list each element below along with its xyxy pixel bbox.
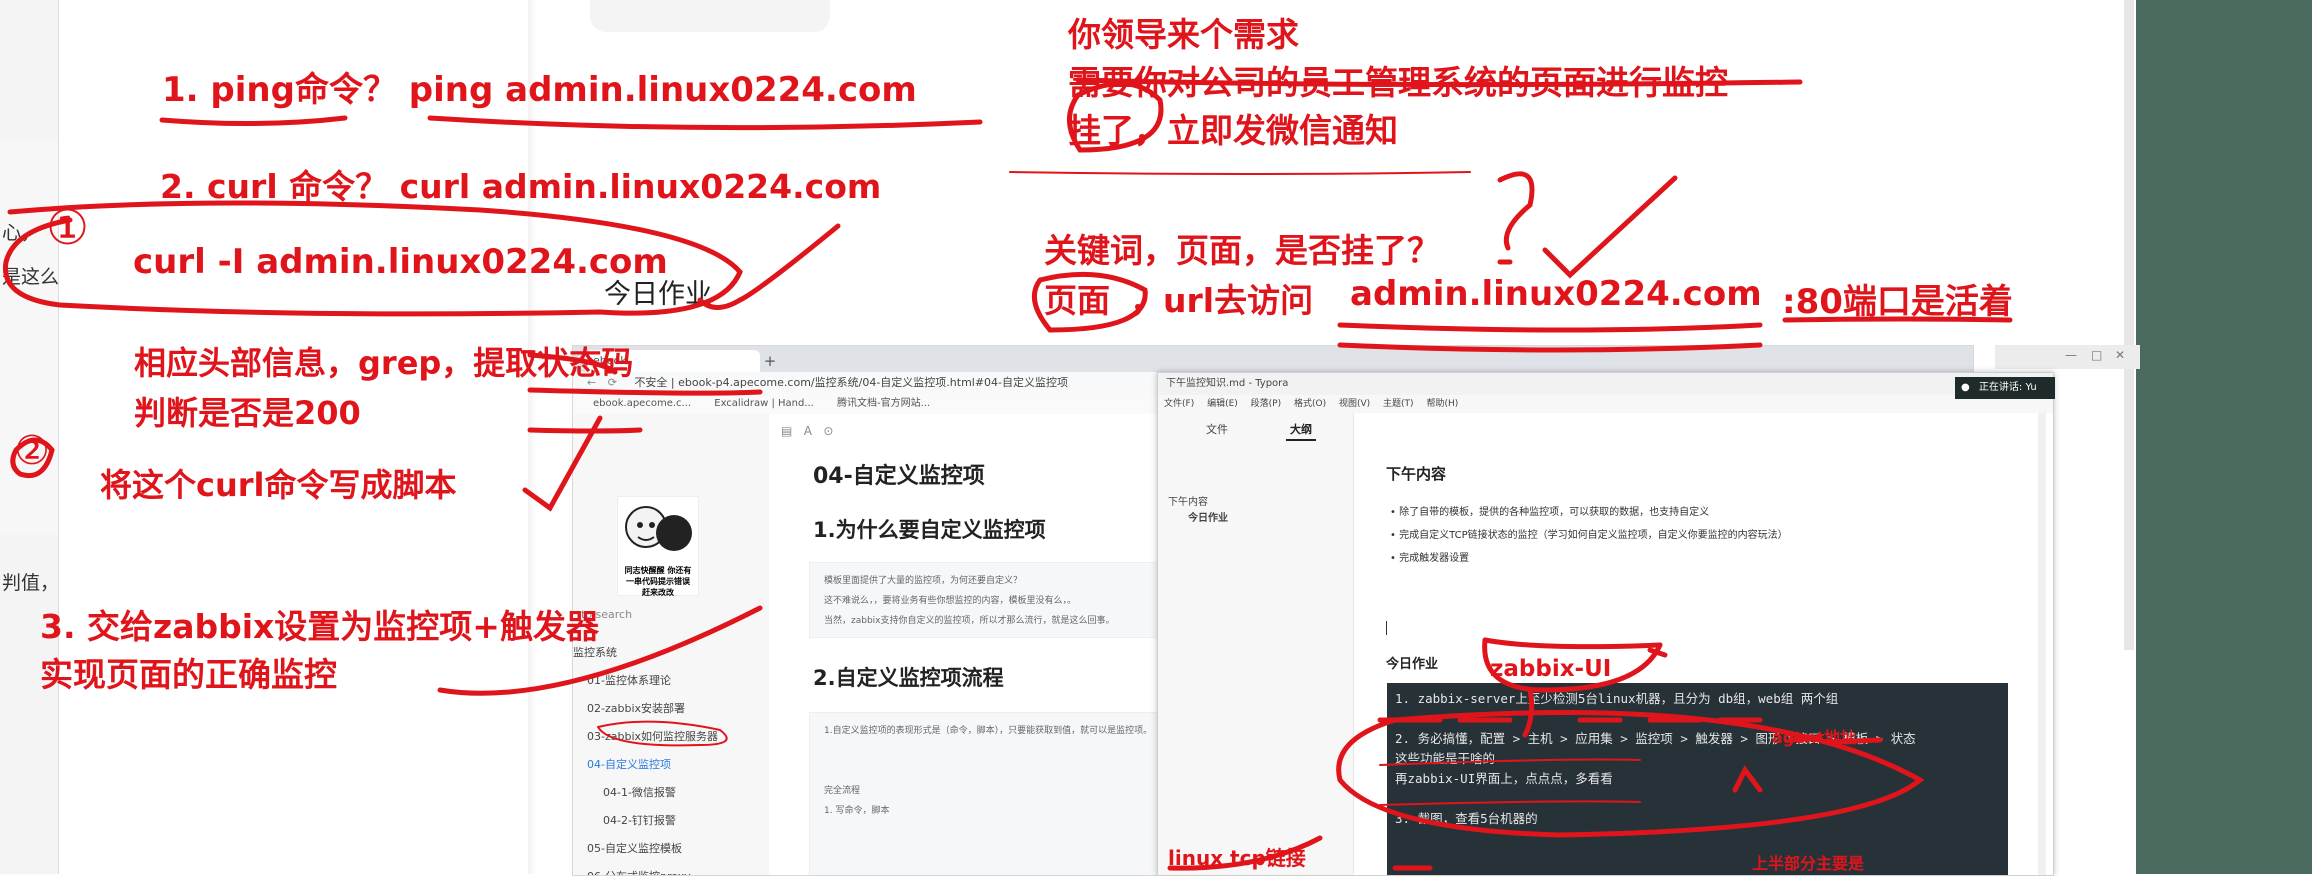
underline-stroke: [427, 115, 983, 131]
underline-stroke: [1337, 322, 1763, 333]
annotation-text: admin.linux0224.com: [1350, 274, 1762, 314]
annotation-text: linux tcp链接: [1168, 846, 1306, 870]
annotation-text: agent地址: [1772, 728, 1857, 747]
annotation-text: 判断是否是200: [134, 394, 361, 432]
annotation-text: ，url去访问: [1130, 281, 1314, 320]
annotation-text: 你领导来个需求: [1068, 15, 1299, 54]
annotation-text: 相应头部信息，grep，提取状态码: [134, 344, 634, 382]
underline-stroke: [527, 387, 763, 396]
underline-stroke: [1379, 800, 1641, 806]
annotation-text: zabbix-UI: [1490, 656, 1612, 682]
annotation-text: 实现页面的正确监控: [40, 655, 337, 694]
annotation-text: :80端口是活着: [1782, 282, 2013, 322]
annotation-text: 需要你对公司的员工管理系统的页面进行监控: [1068, 63, 1728, 102]
annotation-number: ①: [46, 200, 90, 256]
annotation-text: 上半部分主要是: [1752, 854, 1865, 873]
circle-stroke: [1482, 637, 1663, 650]
annotation-text: 挂了，立即发微信通知: [1068, 111, 1398, 150]
circle-stroke: [597, 720, 728, 747]
arrow-stroke: [1732, 765, 1763, 793]
annotation-text: 2. curl 命令？ curl admin.linux0224.com: [160, 167, 882, 206]
question-stroke: [1497, 171, 1535, 251]
checkmark-stroke: [1542, 175, 1678, 279]
annotation-text: 将这个curl命令写成脚本: [100, 466, 457, 504]
underline-stroke: [527, 427, 643, 434]
annotation-text: 关键词，页面，是否挂了？: [1044, 231, 1440, 270]
annotation-text: 页面: [1044, 281, 1110, 320]
underline-stroke: [1379, 758, 1641, 766]
annotation-text: curl -I admin.linux0224.com: [133, 242, 668, 282]
annotation-number: ②: [14, 428, 50, 474]
underline-stroke: [1337, 342, 1763, 353]
annotation-text: 3. 交给zabbix设置为监控项+触发器: [40, 607, 599, 646]
annotation-text: 1. ping命令？ ping admin.linux0224.com: [162, 70, 917, 110]
underline-stroke: [159, 115, 348, 127]
checkmark-stroke: [737, 223, 841, 303]
underline-stroke: [1009, 171, 1471, 175]
